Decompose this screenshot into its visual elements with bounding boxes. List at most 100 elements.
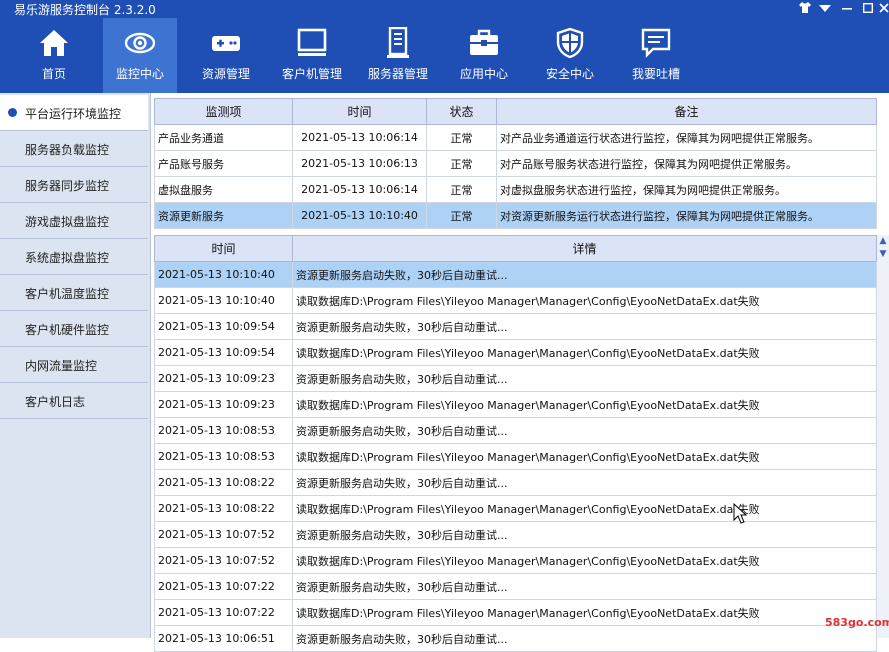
gamepad-icon [212,36,240,51]
table-row[interactable]: 2021-05-13 10:07:22 读取数据库D:\Program Files… [154,599,877,626]
home-icon [40,30,68,56]
title-bar: 易乐游服务控制台 2.3.2.0 [0,0,889,18]
nav-security-center[interactable]: 安全中心 [533,18,607,93]
nav-label: 监控中心 [115,67,164,81]
scroll-up-icon[interactable]: ▲ [877,236,889,246]
window-title: 易乐游服务控制台 2.3.2.0 [14,3,156,17]
detail-cell: 资源更新服务启动失败，30秒后自动重试... [292,417,877,444]
note-cell: 对虚拟盘服务状态进行监控，保障其为网吧提供正常服务。 [496,176,877,203]
table-row[interactable]: 2021-05-13 10:08:22 读取数据库D:\Program Files… [154,495,877,522]
sidebar-item-label: 系统虚拟盘监控 [25,251,110,265]
sidebar-item-label: 平台运行环境监控 [25,107,122,121]
sidebar-item-label: 服务器同步监控 [25,179,110,193]
time-cell: 2021-05-13 10:09:23 [154,365,293,392]
table-row[interactable]: 2021-05-13 10:07:52 读取数据库D:\Program Files… [154,547,877,574]
sidebar-item-label: 客户机日志 [25,395,86,409]
note-cell: 对产品业务通道运行状态进行监控，保障其为网吧提供正常服务。 [496,124,877,151]
skin-icon[interactable] [795,0,815,18]
sidebar-item-server-load[interactable]: 服务器负载监控 [0,131,148,167]
time-cell: 2021-05-13 10:10:40 [154,261,293,288]
table-row[interactable]: 2021-05-13 10:09:54 读取数据库D:\Program Files… [154,339,877,366]
table-header: 时间 详情 [154,235,877,262]
sidebar: 平台运行环境监控 服务器负载监控 服务器同步监控 游戏虚拟盘监控 系统虚拟盘监控… [0,93,151,638]
nav-client-management[interactable]: 客户机管理 [275,18,349,93]
menu-dropdown-icon[interactable] [815,0,835,18]
column-header[interactable]: 监测项 [154,98,293,125]
status-cell: 正常 [426,124,497,151]
sidebar-item-game-vdisk[interactable]: 游戏虚拟盘监控 [0,203,148,239]
scroll-down-icon[interactable]: ▼ [877,249,889,259]
time-cell: 2021-05-13 10:08:53 [154,417,293,444]
monitor-icon [297,28,327,56]
table-row[interactable]: 2021-05-13 10:08:53 读取数据库D:\Program Files… [154,443,877,470]
table-row[interactable]: 2021-05-13 10:08:22 资源更新服务启动失败，30秒后自动重试..… [154,469,877,496]
detail-cell: 资源更新服务启动失败，30秒后自动重试... [292,625,877,652]
sidebar-item-client-temperature[interactable]: 客户机温度监控 [0,275,148,311]
time-cell: 2021-05-13 10:10:40 [154,287,293,314]
time-cell: 2021-05-13 10:07:22 [154,599,293,626]
column-header[interactable]: 备注 [496,98,877,125]
time-cell: 2021-05-13 10:08:53 [154,443,293,470]
table-row[interactable]: 2021-05-13 10:09:23 读取数据库D:\Program Files… [154,391,877,418]
table-row[interactable]: 2021-05-13 10:06:51 资源更新服务启动失败，30秒后自动重试..… [154,625,877,652]
time-cell: 2021-05-13 10:08:22 [154,495,293,522]
detail-cell: 读取数据库D:\Program Files\Yileyoo Manager\Ma… [292,495,877,522]
nav-resource-management[interactable]: 资源管理 [189,18,263,93]
time-cell: 2021-05-13 10:06:51 [154,625,293,652]
nav-label: 首页 [41,67,66,81]
nav-server-management[interactable]: 服务器管理 [361,18,435,93]
table-row[interactable]: 2021-05-13 10:10:40 资源更新服务启动失败，30秒后自动重试..… [154,261,877,288]
time-cell: 2021-05-13 10:10:40 [292,202,427,229]
sidebar-item-platform-environment[interactable]: 平台运行环境监控 [0,95,148,131]
column-header[interactable]: 时间 [292,98,427,125]
detail-cell: 读取数据库D:\Program Files\Yileyoo Manager\Ma… [292,391,877,418]
column-header[interactable]: 详情 [292,235,877,262]
table-row[interactable]: 2021-05-13 10:09:54 资源更新服务启动失败，30秒后自动重试..… [154,313,877,340]
nav-monitor-center[interactable]: 监控中心 [103,18,177,93]
sidebar-item-label: 客户机温度监控 [25,287,110,301]
sidebar-item-lan-traffic[interactable]: 内网流量监控 [0,347,148,383]
close-icon[interactable] [874,0,889,18]
detail-cell: 读取数据库D:\Program Files\Yileyoo Manager\Ma… [292,599,877,626]
toolbox-icon [470,29,498,55]
detail-cell: 资源更新服务启动失败，30秒后自动重试... [292,469,877,496]
shield-icon [556,27,584,59]
table-row[interactable]: 2021-05-13 10:07:22 资源更新服务启动失败，30秒后自动重试..… [154,573,877,600]
sidebar-item-label: 客户机硬件监控 [25,323,110,337]
column-header[interactable]: 时间 [154,235,293,262]
table-row[interactable]: 产品业务通道 2021-05-13 10:06:14 正常 对产品业务通道运行状态进行… [154,124,877,151]
sidebar-item-server-sync[interactable]: 服务器同步监控 [0,167,148,203]
status-cell: 正常 [426,202,497,229]
table-row[interactable]: 产品账号服务 2021-05-13 10:06:13 正常 对产品账号服务状态进行监控… [154,150,877,177]
table-row[interactable]: 资源更新服务 2021-05-13 10:10:40 正常 对资源更新服务运行状态进行… [154,202,877,229]
sidebar-item-client-log[interactable]: 客户机日志 [0,383,148,419]
table-row[interactable]: 2021-05-13 10:09:23 资源更新服务启动失败，30秒后自动重试..… [154,365,877,392]
sidebar-item-client-hardware[interactable]: 客户机硬件监控 [0,311,148,347]
column-header[interactable]: 状态 [426,98,497,125]
time-cell: 2021-05-13 10:08:22 [154,469,293,496]
nav-label: 安全中心 [545,67,594,81]
time-cell: 2021-05-13 10:09:54 [154,339,293,366]
table-row[interactable]: 2021-05-13 10:08:53 资源更新服务启动失败，30秒后自动重试..… [154,417,877,444]
status-cell: 正常 [426,150,497,177]
monitor-table: 监测项 时间 状态 备注 产品业务通道 2021-05-13 10:06:14 正常… [154,98,877,229]
detail-cell: 读取数据库D:\Program Files\Yileyoo Manager\Ma… [292,287,877,314]
table-row[interactable]: 2021-05-13 10:07:52 资源更新服务启动失败，30秒后自动重试..… [154,521,877,548]
monitor-item-cell: 资源更新服务 [154,202,293,229]
nav-feedback[interactable]: 我要吐槽 [619,18,693,93]
table-row[interactable]: 虚拟盘服务 2021-05-13 10:06:14 正常 对虚拟盘服务状态进行监控，保… [154,176,877,203]
nav-app-center[interactable]: 应用中心 [447,18,521,93]
nav-label: 客户机管理 [281,67,342,81]
nav-home[interactable]: 首页 [17,18,91,93]
minimize-icon[interactable] [837,0,857,18]
sidebar-item-label: 游戏虚拟盘监控 [25,215,110,229]
sidebar-item-system-vdisk[interactable]: 系统虚拟盘监控 [0,239,148,275]
mouse-cursor-icon [733,503,747,524]
watermark: 583go.com [825,616,889,629]
log-scrollbar[interactable]: ▲ ▼ [877,235,889,638]
time-cell: 2021-05-13 10:07:52 [154,547,293,574]
monitor-item-cell: 产品账号服务 [154,150,293,177]
nav-label: 我要吐槽 [631,67,680,81]
table-header: 监测项 时间 状态 备注 [154,98,877,125]
table-row[interactable]: 2021-05-13 10:10:40 读取数据库D:\Program Files… [154,287,877,314]
